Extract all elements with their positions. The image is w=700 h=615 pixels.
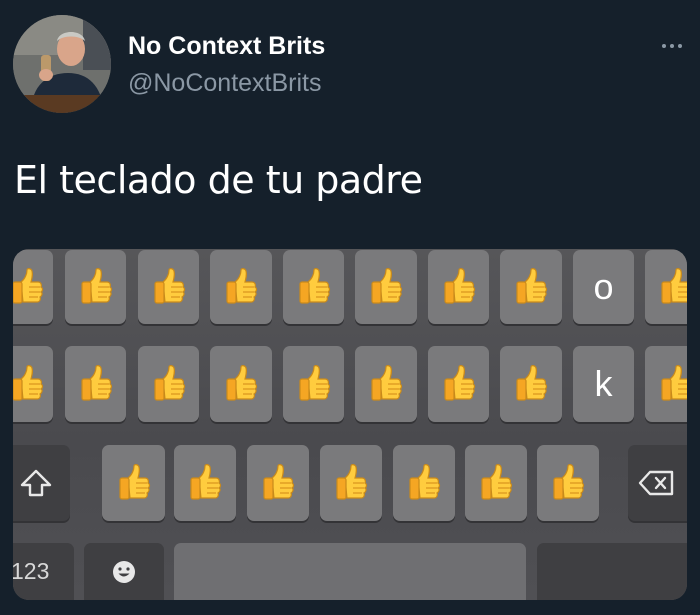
thumbs-up-key[interactable]	[13, 346, 53, 422]
thumbs-up-key[interactable]	[210, 250, 272, 324]
avatar-photo	[13, 15, 111, 113]
thumbs-up-icon	[294, 364, 334, 404]
thumbs-up-key[interactable]	[320, 445, 382, 521]
delete-icon	[638, 470, 674, 496]
thumbs-up-key[interactable]	[13, 250, 53, 324]
thumbs-up-icon	[439, 364, 479, 404]
thumbs-up-key[interactable]	[428, 346, 489, 422]
thumbs-up-icon	[366, 267, 406, 307]
thumbs-up-icon	[149, 267, 189, 307]
thumbs-up-key[interactable]	[65, 250, 126, 324]
thumbs-up-key[interactable]	[645, 250, 687, 324]
letter-o-key[interactable]: o	[573, 250, 634, 324]
thumbs-up-icon	[404, 463, 444, 503]
thumbs-up-key[interactable]	[645, 346, 687, 422]
thumbs-up-key[interactable]	[283, 346, 344, 422]
thumbs-up-icon	[439, 267, 479, 307]
thumbs-up-icon	[656, 267, 687, 307]
emoji-icon	[113, 561, 135, 583]
thumbs-up-key[interactable]	[247, 445, 309, 521]
thumbs-up-key[interactable]	[355, 346, 417, 422]
thumbs-up-icon	[76, 267, 116, 307]
space-bar[interactable]	[174, 543, 526, 600]
letter-k-label: k	[594, 363, 613, 404]
thumbs-up-key[interactable]	[428, 250, 489, 324]
emoji-key[interactable]	[84, 543, 164, 600]
thumbs-up-icon	[294, 267, 334, 307]
thumbs-up-icon	[258, 463, 298, 503]
thumbs-up-icon	[13, 267, 47, 307]
letter-k-key[interactable]: k	[573, 346, 634, 422]
shift-key[interactable]	[13, 445, 70, 521]
tweet-text: El teclado de tu padre	[14, 158, 423, 202]
numbers-key[interactable]: 123	[13, 543, 74, 600]
thumbs-up-icon	[221, 364, 261, 404]
thumbs-up-key[interactable]	[138, 346, 199, 422]
thumbs-up-key[interactable]	[138, 250, 199, 324]
thumbs-up-icon	[221, 267, 261, 307]
thumbs-up-key[interactable]	[283, 250, 344, 324]
thumbs-up-key[interactable]	[500, 250, 562, 324]
thumbs-up-key[interactable]	[393, 445, 455, 521]
thumbs-up-key[interactable]	[174, 445, 236, 521]
user-handle[interactable]: @NoContextBrits	[128, 69, 322, 98]
thumbs-up-icon	[366, 364, 406, 404]
letter-o-label: o	[593, 266, 614, 307]
numbers-label: 123	[13, 557, 50, 584]
thumbs-up-key[interactable]	[65, 346, 126, 422]
thumbs-up-key[interactable]	[500, 346, 562, 422]
thumbs-up-icon	[476, 463, 516, 503]
thumbs-up-icon	[656, 364, 687, 404]
thumbs-up-icon	[511, 267, 551, 307]
display-name[interactable]: No Context Brits	[128, 32, 325, 61]
thumbs-up-key[interactable]	[102, 445, 165, 521]
more-options-icon[interactable]	[654, 33, 690, 59]
thumbs-up-icon	[511, 364, 551, 404]
thumbs-up-icon	[331, 463, 371, 503]
thumbs-up-key[interactable]	[465, 445, 527, 521]
avatar[interactable]	[13, 15, 111, 113]
thumbs-up-icon	[76, 364, 116, 404]
thumbs-up-icon	[548, 463, 588, 503]
delete-key[interactable]	[628, 445, 687, 521]
thumbs-up-icon	[114, 463, 154, 503]
thumbs-up-key[interactable]	[537, 445, 599, 521]
thumbs-up-key[interactable]	[210, 346, 272, 422]
return-key[interactable]	[537, 543, 687, 600]
tweet-media[interactable]: o k 123	[13, 249, 687, 600]
thumbs-up-icon	[13, 364, 47, 404]
shift-icon	[20, 469, 51, 497]
thumbs-up-icon	[149, 364, 189, 404]
thumbs-up-key[interactable]	[355, 250, 417, 324]
thumbs-up-icon	[185, 463, 225, 503]
